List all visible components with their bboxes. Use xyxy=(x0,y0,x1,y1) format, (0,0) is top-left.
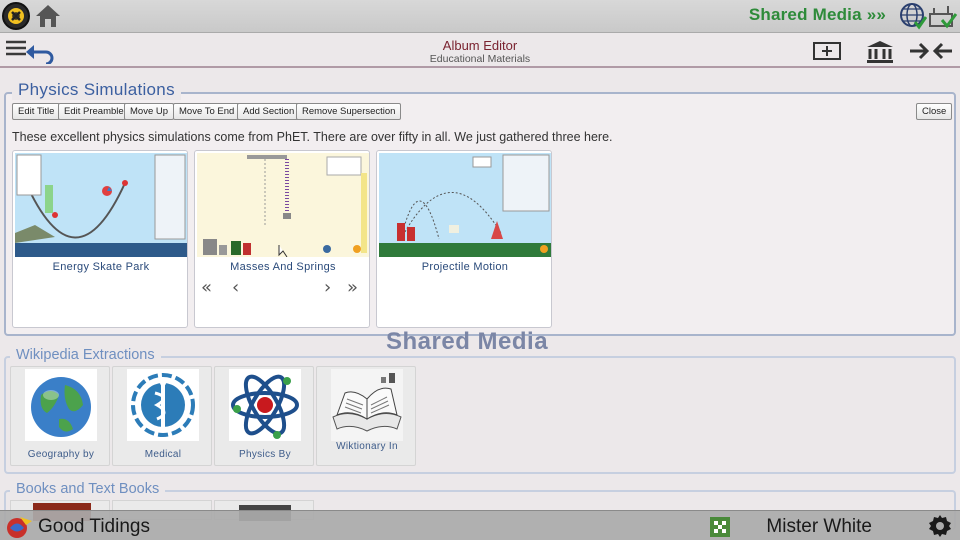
sim-card-projectile-motion[interactable]: Projectile Motion xyxy=(376,150,552,328)
sim-caption[interactable]: Projectile Motion xyxy=(377,261,553,273)
section-description: These excellent physics simulations come… xyxy=(12,130,613,144)
wiki-card-physics[interactable]: Physics By xyxy=(214,366,314,466)
masses-and-springs-thumbnail[interactable] xyxy=(197,153,369,257)
energy-skate-park-thumbnail[interactable] xyxy=(15,153,187,257)
add-section-button[interactable]: Add Section xyxy=(237,103,301,120)
shared-media-brand[interactable]: Shared Media »» xyxy=(749,5,886,25)
move-to-end-button[interactable]: Move To End xyxy=(173,103,241,120)
home-icon[interactable] xyxy=(34,3,62,29)
sim-card-energy-skate-park[interactable]: Energy Skate Park xyxy=(12,150,188,328)
editor-header: Album Editor Educational Materials xyxy=(0,34,960,68)
wiki-card-medical[interactable]: Medical xyxy=(112,366,212,466)
next-page-icon[interactable]: › xyxy=(324,277,331,298)
forward-chevrons-glyph[interactable]: »» xyxy=(862,5,886,24)
collapse-arrows-icon[interactable] xyxy=(908,40,954,62)
first-page-icon[interactable]: « xyxy=(201,277,212,298)
shared-media-watermark: Shared Media xyxy=(386,328,549,355)
sim-card-masses-and-springs[interactable]: Masses And Springs « ‹ › » xyxy=(194,150,370,328)
physics-simulations-section: Physics Simulations Edit Title Edit Prea… xyxy=(4,80,956,336)
atom-icon[interactable] xyxy=(229,369,301,441)
remove-supersection-button[interactable]: Remove Supersection xyxy=(296,103,402,120)
edit-title-button[interactable]: Edit Title xyxy=(12,103,61,120)
wikipedia-extractions-section: Wikipedia Extractions Geography by Medic… xyxy=(4,347,956,474)
wiki-caption: Physics By xyxy=(239,449,291,460)
user-name-label[interactable]: Mister White xyxy=(766,516,872,538)
app-logo-icon[interactable] xyxy=(2,2,30,30)
section-title[interactable]: Books and Text Books xyxy=(10,481,166,497)
good-tidings-logo-icon[interactable] xyxy=(6,515,34,539)
sim-caption[interactable]: Energy Skate Park xyxy=(13,261,189,273)
wiki-card-geography[interactable]: Geography by xyxy=(10,366,110,466)
globe-check-icon[interactable] xyxy=(899,2,927,30)
medical-caduceus-icon[interactable] xyxy=(127,369,199,441)
wiki-card-wiktionary[interactable]: Wiktionary In xyxy=(316,366,416,466)
sim-caption[interactable]: Masses And Springs xyxy=(195,261,371,273)
projectile-motion-thumbnail[interactable] xyxy=(379,153,551,257)
gear-icon[interactable] xyxy=(928,514,952,538)
user-avatar-icon[interactable] xyxy=(710,517,730,537)
add-item-icon[interactable] xyxy=(812,40,842,62)
section-title[interactable]: Wikipedia Extractions xyxy=(10,347,161,363)
top-bar: Shared Media »» xyxy=(0,0,960,33)
open-book-icon[interactable] xyxy=(331,369,403,441)
wiki-caption: Wiktionary In xyxy=(336,441,398,452)
earth-globe-icon[interactable] xyxy=(25,369,97,441)
move-up-button[interactable]: Move Up xyxy=(124,103,175,120)
device-sync-icon[interactable] xyxy=(928,2,958,30)
edit-preamble-button[interactable]: Edit Preamble xyxy=(58,103,130,120)
last-page-icon[interactable]: » xyxy=(347,277,358,298)
wiki-caption: Geography by xyxy=(27,449,95,460)
wiki-caption: Medical xyxy=(144,449,182,460)
prev-page-icon[interactable]: ‹ xyxy=(232,277,239,298)
bottom-bar: Good Tidings Mister White xyxy=(0,510,960,540)
good-tidings-label[interactable]: Good Tidings xyxy=(38,516,150,538)
section-title[interactable]: Physics Simulations xyxy=(12,80,181,100)
library-icon[interactable] xyxy=(866,40,894,64)
close-button[interactable]: Close xyxy=(916,103,953,120)
